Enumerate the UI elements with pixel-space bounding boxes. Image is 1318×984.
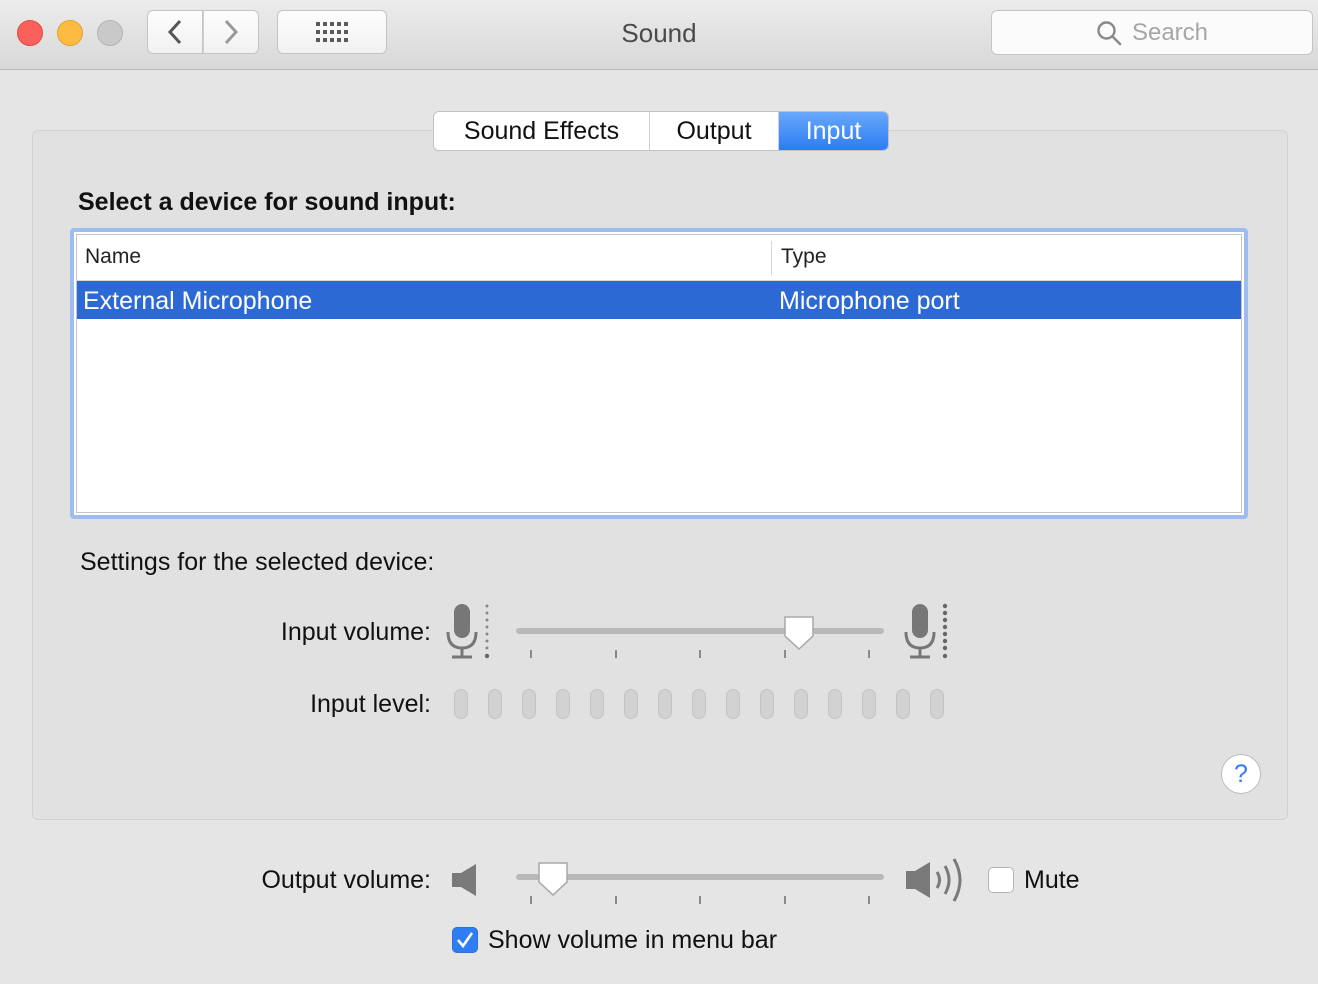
checkmark-icon [457,932,474,949]
slider-tick [868,650,870,658]
table-row[interactable]: External Microphone Microphone port [77,281,1241,319]
tab-output[interactable]: Output [650,112,779,150]
output-volume-thumb[interactable] [536,860,570,898]
slider-tick [699,650,701,658]
input-level-segment [590,689,604,719]
help-button[interactable]: ? [1221,754,1261,794]
help-icon: ? [1234,759,1248,788]
slider-tick [868,896,870,904]
input-volume-slider[interactable] [516,610,884,660]
slider-tick [699,896,701,904]
settings-heading: Settings for the selected device: [80,548,435,576]
slider-track [516,874,884,880]
output-volume-slider[interactable] [516,856,884,908]
slider-tick [615,650,617,658]
input-level-segment [522,689,536,719]
search-icon [1097,20,1122,45]
device-table[interactable]: Name Type External Microphone Microphone… [70,228,1248,519]
column-header-type[interactable]: Type [781,245,827,269]
title-bar: Sound Search [0,0,1318,70]
show-volume-checkbox[interactable] [452,927,478,953]
input-level-segment [454,689,468,719]
input-volume-thumb[interactable] [782,614,816,652]
microphone-high-icon [904,603,948,659]
mute-checkbox[interactable] [988,867,1014,893]
input-level-segment [828,689,842,719]
search-field[interactable]: Search [991,10,1313,55]
input-level-segment [862,689,876,719]
mute-label[interactable]: Mute [1024,866,1080,895]
input-level-segment [658,689,672,719]
slider-tick [784,896,786,904]
column-header-name[interactable]: Name [85,245,141,269]
input-level-label: Input level: [310,690,431,718]
speaker-high-icon [906,858,962,902]
microphone-low-icon [446,604,490,659]
input-level-segment [556,689,570,719]
slider-tick [615,896,617,904]
search-placeholder: Search [1131,18,1209,46]
input-level-segment [692,689,706,719]
input-volume-label: Input volume: [280,618,431,646]
input-level-segment [896,689,910,719]
input-level-segment [488,689,502,719]
output-volume-label: Output volume: [261,866,431,894]
table-header: Name Type [77,235,1241,281]
tab-sound-effects[interactable]: Sound Effects [434,112,650,150]
sound-preferences-window: Sound Search Sound Effects Output Input … [0,0,1318,984]
input-level-segment [760,689,774,719]
speaker-low-icon [452,864,476,896]
tab-input[interactable]: Input [779,112,888,150]
device-list-heading: Select a device for sound input: [78,188,456,216]
device-name-cell: External Microphone [83,287,313,315]
slider-tick [530,650,532,658]
device-type-cell: Microphone port [779,287,960,315]
slider-track [516,628,884,634]
input-level-segment [930,689,944,719]
input-level-segment [794,689,808,719]
tab-bar: Sound Effects Output Input [433,111,889,151]
slider-tick [530,896,532,904]
input-level-segment [726,689,740,719]
input-level-segment [624,689,638,719]
show-volume-label[interactable]: Show volume in menu bar [488,926,777,955]
